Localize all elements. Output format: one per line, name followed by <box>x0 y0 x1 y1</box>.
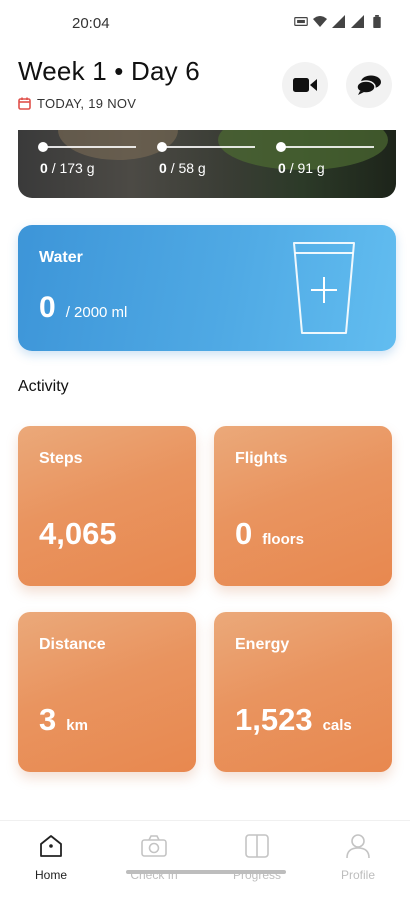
water-value: 0 <box>39 291 56 324</box>
macro-fat-track <box>159 146 255 148</box>
nav-home-label: Home <box>34 868 67 882</box>
home-icon <box>40 835 62 857</box>
energy-card[interactable]: Energy 1,523 cals <box>214 612 392 772</box>
activity-section-title: Activity <box>18 378 69 395</box>
water-card[interactable]: Water 0 / 2000 ml <box>18 225 396 351</box>
home-indicator[interactable] <box>126 870 286 874</box>
meal-card[interactable]: 0 / 173 g 0 / 58 g 0 / 91 g <box>18 130 396 198</box>
flights-unit: floors <box>262 531 304 548</box>
profile-icon <box>346 834 370 859</box>
header: Week 1 • Day 6 TODAY, 19 NOV <box>18 56 392 120</box>
status-time: 20:04 <box>72 15 110 32</box>
steps-value-row: 4,065 <box>39 516 127 552</box>
status-icons <box>294 15 384 28</box>
distance-value: 3 <box>39 702 57 737</box>
camera-icon <box>141 835 167 857</box>
macro-protein-dot <box>38 142 48 152</box>
calendar-icon <box>18 97 31 110</box>
wifi-icon <box>313 16 327 27</box>
nav-profile[interactable]: Profile <box>318 833 398 882</box>
flights-value-row: 0 floors <box>235 516 304 552</box>
nav-progress[interactable]: Progress <box>217 833 297 882</box>
macro-carbs-track <box>278 146 374 148</box>
flights-card[interactable]: Flights 0 floors <box>214 426 392 586</box>
nav-home[interactable]: Home <box>11 833 91 882</box>
signal-2-icon <box>351 15 364 28</box>
macro-protein-track <box>40 146 136 148</box>
chat-bubbles-icon <box>356 75 381 95</box>
distance-unit: km <box>66 717 88 734</box>
battery-icon <box>373 15 381 28</box>
water-amount: 0 / 2000 ml <box>39 291 127 325</box>
date-label: TODAY, 19 NOV <box>37 96 137 111</box>
flights-value: 0 <box>235 516 253 551</box>
distance-label: Distance <box>39 636 106 653</box>
nav-profile-label: Profile <box>340 868 375 882</box>
macro-carbs-dot <box>276 142 286 152</box>
energy-value-row: 1,523 cals <box>235 702 352 738</box>
distance-value-row: 3 km <box>39 702 88 738</box>
bottom-nav: Home Check In Progress Profile <box>0 820 410 900</box>
energy-label: Energy <box>235 636 290 653</box>
progress-icon <box>245 834 269 858</box>
macro-fat-dot <box>157 142 167 152</box>
status-bar: 20:04 <box>0 0 410 44</box>
chat-button[interactable] <box>346 62 392 108</box>
distance-card[interactable]: Distance 3 km <box>18 612 196 772</box>
macro-fat-value: 0 / 58 g <box>159 160 206 176</box>
steps-label: Steps <box>39 450 83 467</box>
energy-value: 1,523 <box>235 702 313 737</box>
nav-check-in[interactable]: Check In <box>114 833 194 882</box>
date-row: TODAY, 19 NOV <box>18 96 136 111</box>
signal-icon <box>332 15 345 28</box>
video-camera-icon <box>293 78 317 92</box>
macro-carbs-value: 0 / 91 g <box>278 160 325 176</box>
steps-card[interactable]: Steps 4,065 <box>18 426 196 586</box>
add-water-cup-icon[interactable] <box>292 239 356 337</box>
energy-unit: cals <box>322 717 352 734</box>
video-call-button[interactable] <box>282 62 328 108</box>
nfc-icon <box>294 17 308 26</box>
flights-label: Flights <box>235 450 288 467</box>
water-title: Water <box>39 249 83 266</box>
steps-value: 4,065 <box>39 516 117 551</box>
macro-protein-value: 0 / 173 g <box>40 160 95 176</box>
water-target: / 2000 ml <box>65 304 128 321</box>
page-title: Week 1 • Day 6 <box>18 56 200 86</box>
